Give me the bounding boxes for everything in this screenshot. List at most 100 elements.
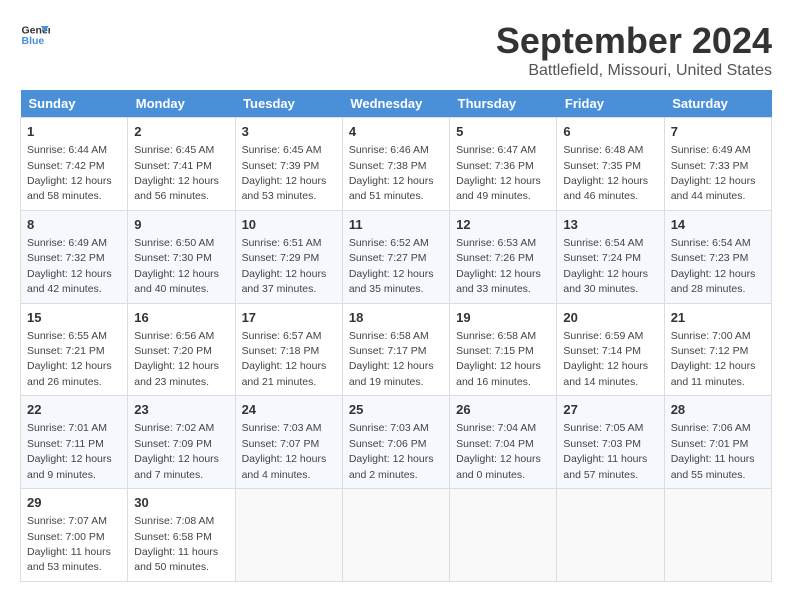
calendar-cell: 22Sunrise: 7:01 AM Sunset: 7:11 PM Dayli… [21,396,128,489]
day-number: 29 [27,494,121,512]
day-info: Sunrise: 6:45 AM Sunset: 7:41 PM Dayligh… [134,144,219,202]
day-number: 8 [27,216,121,234]
col-thursday: Thursday [450,90,557,118]
day-number: 30 [134,494,228,512]
calendar-cell: 24 Sunrise: 7:03 AM Sunset: 7:07 PM Dayli… [235,396,342,489]
calendar-cell [450,489,557,582]
day-info: Sunrise: 7:08 AM Sunset: 6:58 PM Dayligh… [134,515,218,573]
calendar-cell: 12 Sunrise: 6:53 AM Sunset: 7:26 PM Dayli… [450,210,557,303]
day-info: Sunrise: 6:46 AM Sunset: 7:38 PM Dayligh… [349,144,434,202]
calendar-cell: 10Sunrise: 6:51 AM Sunset: 7:29 PM Dayli… [235,210,342,303]
calendar-cell [342,489,449,582]
calendar-cell [664,489,771,582]
calendar-cell: 20Sunrise: 6:59 AM Sunset: 7:14 PM Dayli… [557,303,664,396]
day-info: Sunrise: 6:50 AM Sunset: 7:30 PM Dayligh… [134,237,219,295]
calendar-cell [235,489,342,582]
day-number: 1 [27,123,121,141]
calendar-header: Sunday Monday Tuesday Wednesday Thursday… [21,90,772,118]
day-number: 6 [563,123,657,141]
calendar-cell [557,489,664,582]
day-info: Sunrise: 6:52 AM Sunset: 7:27 PM Dayligh… [349,237,434,295]
day-number: 10 [242,216,336,234]
calendar-cell: 4 Sunrise: 6:46 AM Sunset: 7:38 PM Daylig… [342,118,449,211]
day-number: 16 [134,309,228,327]
day-info: Sunrise: 6:58 AM Sunset: 7:15 PM Dayligh… [456,330,541,388]
day-info: Sunrise: 6:44 AM Sunset: 7:42 PM Dayligh… [27,144,112,202]
calendar-table: Sunday Monday Tuesday Wednesday Thursday… [20,90,772,582]
calendar-cell: 3Sunrise: 6:45 AM Sunset: 7:39 PM Daylig… [235,118,342,211]
calendar-week-1: 1 Sunrise: 6:44 AM Sunset: 7:42 PM Daylig… [21,118,772,211]
col-sunday: Sunday [21,90,128,118]
calendar-cell: 26 Sunrise: 7:04 AM Sunset: 7:04 PM Dayli… [450,396,557,489]
day-number: 23 [134,401,228,419]
logo-icon: General Blue [20,20,50,50]
subtitle: Battlefield, Missouri, United States [496,62,772,80]
day-number: 26 [456,401,550,419]
day-info: Sunrise: 7:03 AM Sunset: 7:06 PM Dayligh… [349,422,434,480]
title-section: September 2024 Battlefield, Missouri, Un… [496,20,772,80]
calendar-cell: 16 Sunrise: 6:56 AM Sunset: 7:20 PM Dayli… [128,303,235,396]
day-number: 14 [671,216,765,234]
calendar-cell: 15 Sunrise: 6:55 AM Sunset: 7:21 PM Dayli… [21,303,128,396]
day-number: 19 [456,309,550,327]
day-info: Sunrise: 6:49 AM Sunset: 7:33 PM Dayligh… [671,144,756,202]
calendar-cell: 7 Sunrise: 6:49 AM Sunset: 7:33 PM Daylig… [664,118,771,211]
calendar-cell: 11 Sunrise: 6:52 AM Sunset: 7:27 PM Dayli… [342,210,449,303]
calendar-cell: 6 Sunrise: 6:48 AM Sunset: 7:35 PM Daylig… [557,118,664,211]
day-number: 13 [563,216,657,234]
calendar-cell: 21Sunrise: 7:00 AM Sunset: 7:12 PM Dayli… [664,303,771,396]
day-info: Sunrise: 6:54 AM Sunset: 7:24 PM Dayligh… [563,237,648,295]
day-number: 4 [349,123,443,141]
calendar-cell: 14 Sunrise: 6:54 AM Sunset: 7:23 PM Dayli… [664,210,771,303]
day-info: Sunrise: 7:06 AM Sunset: 7:01 PM Dayligh… [671,422,755,480]
day-number: 24 [242,401,336,419]
day-info: Sunrise: 7:04 AM Sunset: 7:04 PM Dayligh… [456,422,541,480]
day-number: 22 [27,401,121,419]
day-info: Sunrise: 7:03 AM Sunset: 7:07 PM Dayligh… [242,422,327,480]
day-info: Sunrise: 7:07 AM Sunset: 7:00 PM Dayligh… [27,515,111,573]
calendar-cell: 27Sunrise: 7:05 AM Sunset: 7:03 PM Dayli… [557,396,664,489]
day-info: Sunrise: 7:02 AM Sunset: 7:09 PM Dayligh… [134,422,219,480]
calendar-cell: 17Sunrise: 6:57 AM Sunset: 7:18 PM Dayli… [235,303,342,396]
day-number: 5 [456,123,550,141]
calendar-week-4: 22Sunrise: 7:01 AM Sunset: 7:11 PM Dayli… [21,396,772,489]
calendar-week-3: 15 Sunrise: 6:55 AM Sunset: 7:21 PM Dayli… [21,303,772,396]
day-number: 28 [671,401,765,419]
day-info: Sunrise: 6:58 AM Sunset: 7:17 PM Dayligh… [349,330,434,388]
day-info: Sunrise: 6:54 AM Sunset: 7:23 PM Dayligh… [671,237,756,295]
calendar-cell: 28 Sunrise: 7:06 AM Sunset: 7:01 PM Dayli… [664,396,771,489]
day-number: 15 [27,309,121,327]
calendar-cell: 1 Sunrise: 6:44 AM Sunset: 7:42 PM Daylig… [21,118,128,211]
day-number: 7 [671,123,765,141]
day-number: 2 [134,123,228,141]
col-saturday: Saturday [664,90,771,118]
day-number: 9 [134,216,228,234]
svg-text:Blue: Blue [22,35,45,47]
calendar-week-2: 8 Sunrise: 6:49 AM Sunset: 7:32 PM Daylig… [21,210,772,303]
logo: General Blue [20,20,50,50]
col-tuesday: Tuesday [235,90,342,118]
day-number: 3 [242,123,336,141]
calendar-cell: 18 Sunrise: 6:58 AM Sunset: 7:17 PM Dayli… [342,303,449,396]
day-info: Sunrise: 6:55 AM Sunset: 7:21 PM Dayligh… [27,330,112,388]
calendar-cell: 5 Sunrise: 6:47 AM Sunset: 7:36 PM Daylig… [450,118,557,211]
day-info: Sunrise: 6:56 AM Sunset: 7:20 PM Dayligh… [134,330,219,388]
calendar-week-5: 29 Sunrise: 7:07 AM Sunset: 7:00 PM Dayli… [21,489,772,582]
day-number: 11 [349,216,443,234]
calendar-cell: 2 Sunrise: 6:45 AM Sunset: 7:41 PM Daylig… [128,118,235,211]
day-info: Sunrise: 6:57 AM Sunset: 7:18 PM Dayligh… [242,330,327,388]
calendar-cell: 8 Sunrise: 6:49 AM Sunset: 7:32 PM Daylig… [21,210,128,303]
day-info: Sunrise: 6:47 AM Sunset: 7:36 PM Dayligh… [456,144,541,202]
day-number: 12 [456,216,550,234]
col-friday: Friday [557,90,664,118]
day-info: Sunrise: 6:49 AM Sunset: 7:32 PM Dayligh… [27,237,112,295]
calendar-cell: 19 Sunrise: 6:58 AM Sunset: 7:15 PM Dayli… [450,303,557,396]
day-info: Sunrise: 6:53 AM Sunset: 7:26 PM Dayligh… [456,237,541,295]
calendar-cell: 29 Sunrise: 7:07 AM Sunset: 7:00 PM Dayli… [21,489,128,582]
day-number: 18 [349,309,443,327]
day-number: 27 [563,401,657,419]
day-info: Sunrise: 6:59 AM Sunset: 7:14 PM Dayligh… [563,330,648,388]
day-number: 21 [671,309,765,327]
day-info: Sunrise: 6:48 AM Sunset: 7:35 PM Dayligh… [563,144,648,202]
header-row: Sunday Monday Tuesday Wednesday Thursday… [21,90,772,118]
